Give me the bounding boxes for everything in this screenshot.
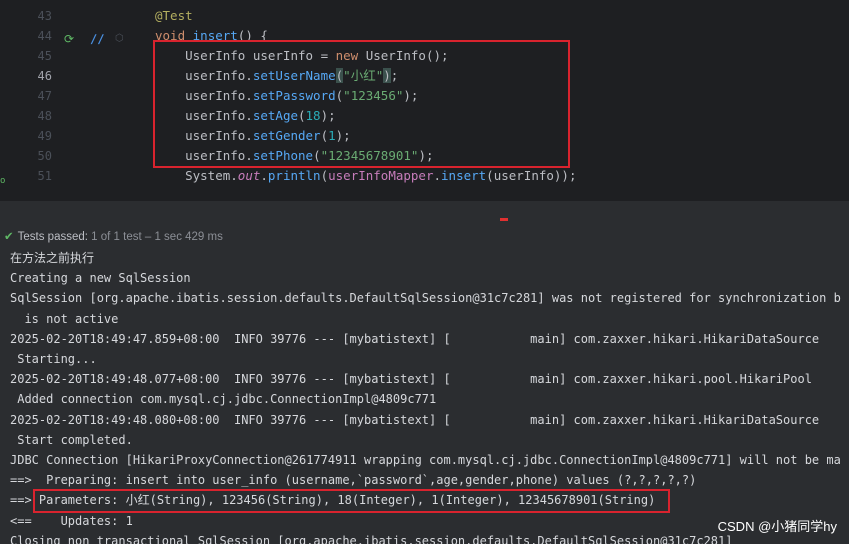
- console-line: Closing non transactional SqlSession [or…: [10, 533, 733, 544]
- console-line: Creating a new SqlSession: [10, 271, 191, 286]
- console-line: <== Updates: 1: [10, 513, 133, 528]
- line-number: 46: [37, 69, 52, 83]
- console-line: 在方法之前执行: [10, 251, 95, 265]
- fold-icon[interactable]: ⬡: [115, 29, 124, 49]
- console-line: 2025-02-20T18:49:48.077+08:00 INFO 39776…: [10, 372, 812, 387]
- console-line: is not active: [10, 311, 119, 326]
- line-number: 49: [37, 129, 52, 143]
- line-number: 51: [37, 169, 52, 183]
- console-line: Start completed.: [10, 432, 133, 447]
- line-number: 48: [37, 109, 52, 123]
- line-number: 45: [37, 49, 52, 63]
- console-line: SqlSession [org.apache.ibatis.session.de…: [10, 291, 841, 306]
- code-line[interactable]: 43 @Test: [0, 6, 849, 26]
- console-line: ==> Preparing: insert into user_info (us…: [10, 473, 697, 488]
- console-line: 2025-02-20T18:49:47.859+08:00 INFO 39776…: [10, 331, 820, 346]
- line-number: 43: [37, 9, 52, 23]
- check-icon: ✔: [4, 231, 14, 243]
- panel-splitter[interactable]: [0, 200, 849, 227]
- mybatis-plugin-icon[interactable]: ∕∕: [90, 29, 104, 49]
- test-status-bar: ✔ Tests passed: 1 of 1 test – 1 sec 429 m…: [0, 226, 849, 249]
- highlight-box-code: [153, 40, 570, 168]
- code-line[interactable]: 51 System.out.println(userInfoMapper.ins…: [0, 166, 849, 186]
- console-line: JDBC Connection [HikariProxyConnection@2…: [10, 453, 841, 467]
- code-text: System.out.println(userInfoMapper.insert…: [155, 168, 577, 183]
- code-text: @Test: [155, 8, 193, 23]
- code-editor[interactable]: 43 @Test 44 void insert() {45 UserInfo user…: [0, 0, 849, 200]
- line-number: 47: [37, 89, 52, 103]
- line-number: 44: [37, 29, 52, 43]
- splitter-handle[interactable]: [500, 218, 508, 221]
- console-line: Added connection com.mysql.cj.jdbc.Conne…: [10, 392, 437, 407]
- highlight-box-parameters: [33, 489, 670, 513]
- left-edge-marker-icon: o: [0, 176, 6, 186]
- test-summary: 1 of 1 test – 1 sec 429 ms: [91, 231, 223, 243]
- watermark: CSDN @小猪同学hy: [717, 519, 837, 534]
- line-number: 50: [37, 149, 52, 163]
- console-line: Starting...: [10, 352, 97, 366]
- run-test-icon[interactable]: ⟳: [64, 29, 74, 49]
- tests-passed-label: Tests passed:: [17, 231, 88, 243]
- console-line: 2025-02-20T18:49:48.080+08:00 INFO 39776…: [10, 412, 820, 427]
